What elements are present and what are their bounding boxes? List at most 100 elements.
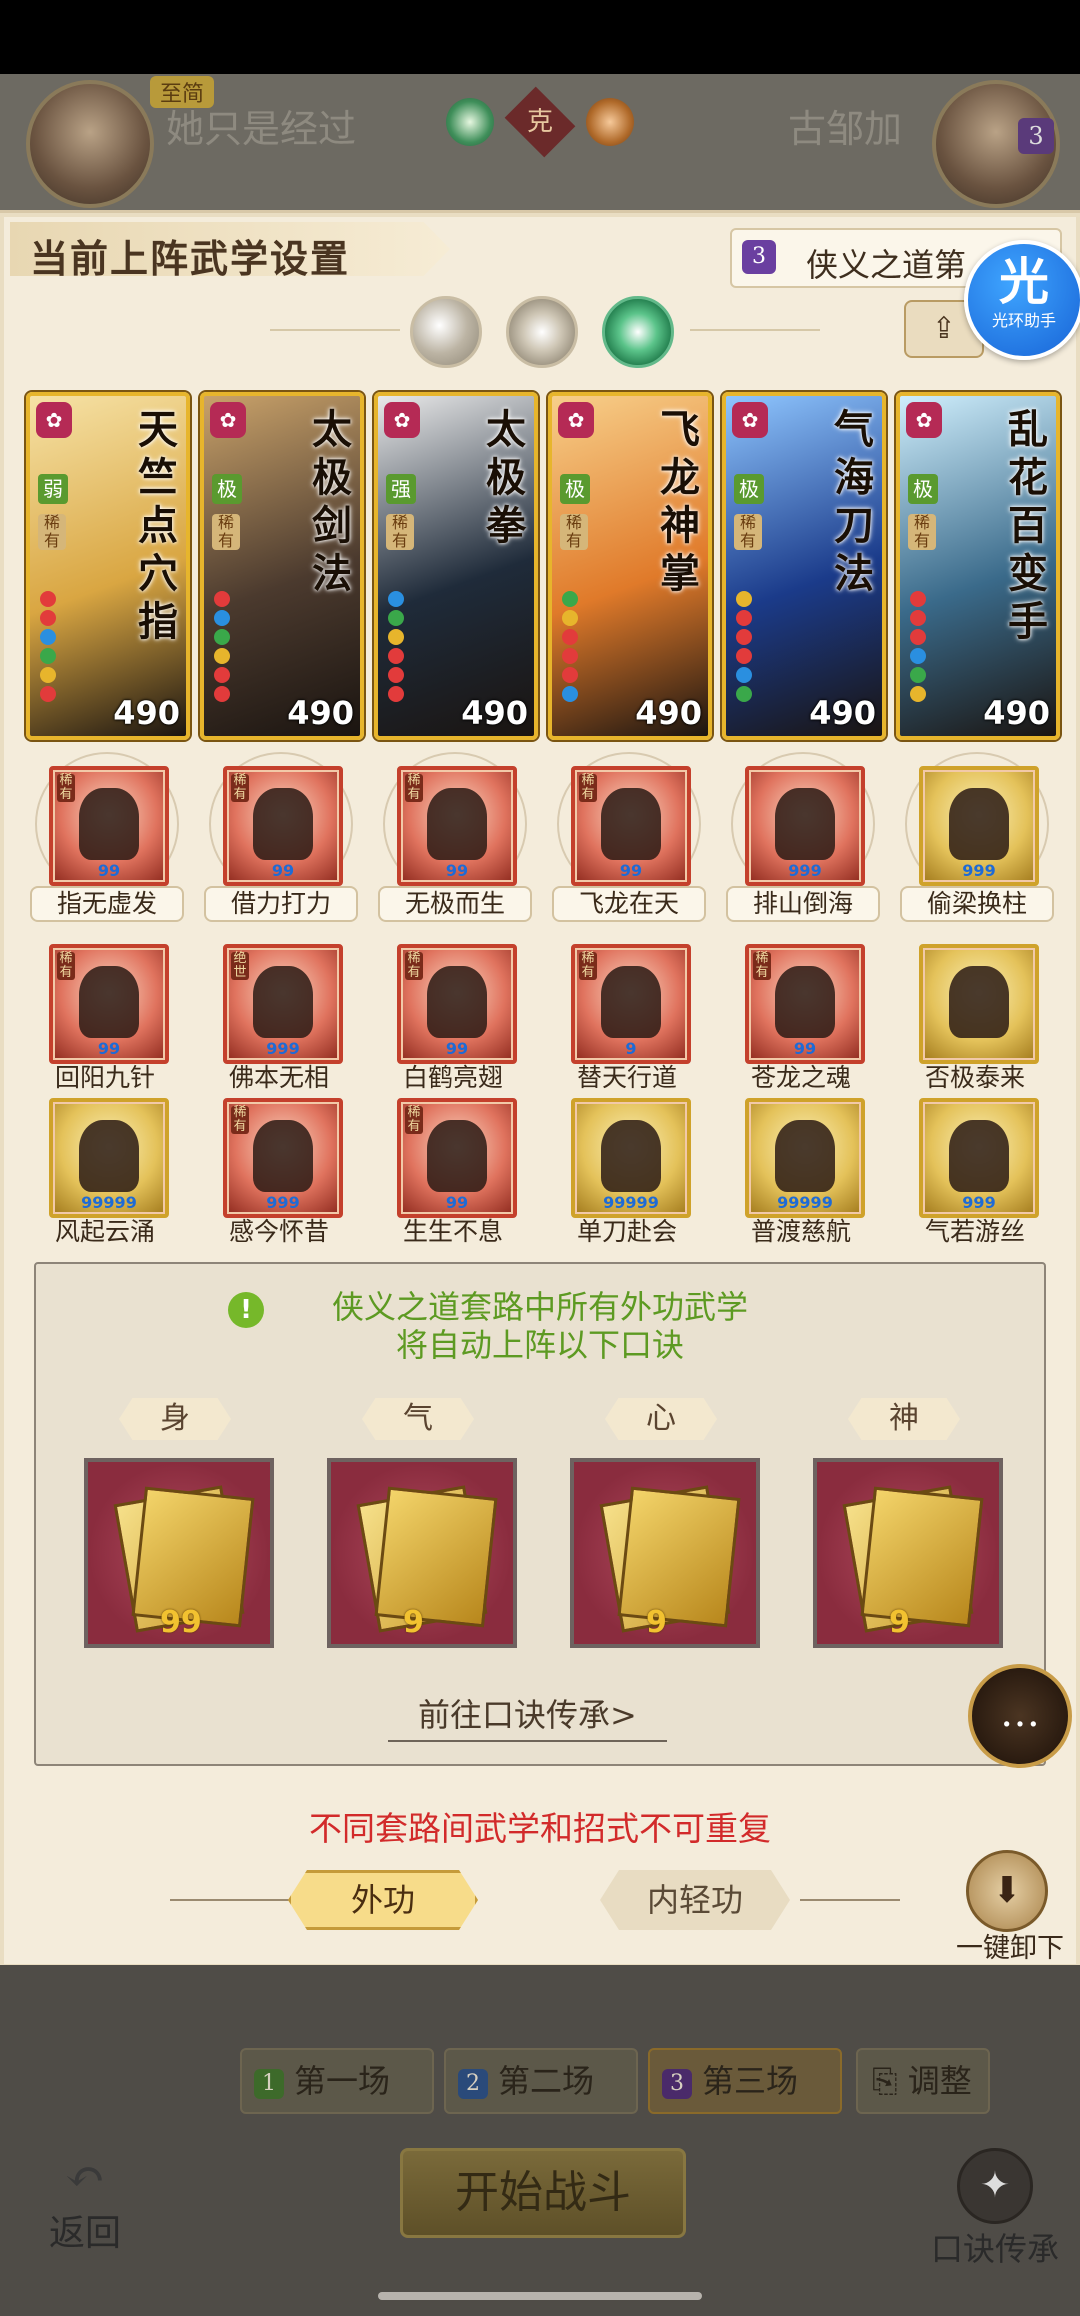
start-battle-button[interactable]: 开始战斗 (400, 2148, 686, 2238)
tab-inner[interactable]: 内轻功 (600, 1870, 790, 1930)
skill-figure-icon (775, 1120, 835, 1192)
skill-icon[interactable]: 99999 (571, 1098, 691, 1218)
card-rarity: 稀有 (212, 514, 240, 550)
skill-figure-icon (601, 788, 661, 860)
card-rarity: 稀有 (560, 514, 588, 550)
card-slot-dot (562, 629, 578, 645)
round-tab-1[interactable]: 1 第一场 (240, 2048, 434, 2114)
card-slot-dot (388, 591, 404, 607)
skill-icon[interactable]: 99999 (745, 1098, 865, 1218)
skill-icon[interactable]: 稀有 99 (397, 944, 517, 1064)
adjust-button[interactable]: ⎘ 调整 (856, 2048, 990, 2114)
skill-rarity-tag: 稀有 (57, 952, 75, 980)
card-rarity: 稀有 (734, 514, 762, 550)
skill-icon[interactable]: 稀有 99 (49, 944, 169, 1064)
skill-rarity-tag: 绝世 (231, 952, 249, 980)
chat-button[interactable]: … (968, 1664, 1072, 1768)
back-arrow-icon: ↶ (64, 2149, 106, 2205)
chat-icon: … (1000, 1690, 1040, 1736)
skill-figure-icon (79, 966, 139, 1038)
back-button[interactable]: ↶ 返回 (30, 2150, 140, 2256)
card-slot-dot (40, 629, 56, 645)
school-filter-moon-icon[interactable] (410, 296, 482, 368)
tab-outer[interactable]: 外功 (288, 1870, 478, 1930)
koujue-slot-label: 身 (119, 1398, 231, 1440)
player-right-count: 3 (1018, 118, 1054, 154)
skill-rarity-tag: 稀有 (579, 774, 597, 802)
skill-name: 借力打力 (204, 886, 358, 922)
skill-icon[interactable]: 稀有 9 (571, 944, 691, 1064)
skill-icon[interactable]: 999 (919, 1098, 1039, 1218)
card-grade: 强 (386, 474, 416, 504)
skill-icon[interactable]: 999 (919, 766, 1039, 886)
koujue-card[interactable]: 99 (84, 1458, 274, 1648)
card-slot-dot (910, 629, 926, 645)
card-sect-icon: ✿ (558, 402, 594, 438)
skill-figure-icon (253, 788, 313, 860)
skill-figure-icon (775, 966, 835, 1038)
skill-icon[interactable]: 稀有 99 (49, 766, 169, 886)
card-sect-icon: ✿ (906, 402, 942, 438)
koujue-link[interactable]: 前往口诀传承> (388, 1690, 667, 1742)
tab-divider-right (800, 1899, 900, 1901)
school-filter-jade-icon[interactable] (602, 296, 674, 368)
helper-floating-button[interactable]: 光 光环助手 (964, 240, 1080, 360)
koujue-sheet-icon (617, 1486, 741, 1628)
card-slot-dot (40, 667, 56, 683)
koujue-card[interactable]: 9 (813, 1458, 1003, 1648)
card-power: 490 (113, 694, 180, 732)
round-tab-2[interactable]: 2 第二场 (444, 2048, 638, 2114)
skill-icon[interactable]: 稀有 99 (397, 1098, 517, 1218)
card-slot-dot (736, 648, 752, 664)
martial-card[interactable]: ✿ 弱稀有 天竺点穴指 490 (26, 392, 190, 740)
divider-left (270, 329, 400, 331)
match-header: 至简 她只是经过 克 古邹加 3 (0, 74, 1080, 210)
skill-icon[interactable]: 绝世 999 (223, 944, 343, 1064)
skill-name: 感今怀昔 (228, 1217, 329, 1246)
skill-rarity-tag: 稀有 (231, 1106, 249, 1134)
card-sect-icon: ✿ (384, 402, 420, 438)
martial-card[interactable]: ✿ 强稀有 太极拳 490 (374, 392, 538, 740)
home-indicator (378, 2292, 702, 2300)
skill-name: 替天行道 (576, 1063, 677, 1092)
skill-name: 无极而生 (378, 886, 532, 922)
skill-icon[interactable] (919, 944, 1039, 1064)
martial-card[interactable]: ✿ 极稀有 飞龙神掌 490 (548, 392, 712, 740)
warning-text: 不同套路间武学和招式不可重复 (309, 1809, 771, 1848)
unload-all-button[interactable]: ⬇ (966, 1850, 1048, 1932)
skill-rarity-tag: 稀有 (57, 774, 75, 802)
skill-icon[interactable]: 稀有 99 (571, 766, 691, 886)
martial-card[interactable]: ✿ 极稀有 乱花百变手 490 (896, 392, 1060, 740)
skill-icon[interactable]: 稀有 99 (745, 944, 865, 1064)
skill-icon[interactable]: 稀有 999 (223, 1098, 343, 1218)
skill-figure-icon (949, 966, 1009, 1038)
skill-name: 指无虚发 (30, 886, 184, 922)
skill-level-pips: 999 (962, 861, 996, 880)
round-number: 3 (662, 2068, 692, 2099)
koujue-card[interactable]: 9 (327, 1458, 517, 1648)
round-label: 第一场 (294, 2062, 391, 2100)
koujue-message-line2: 将自动上阵以下口诀 (395, 1326, 684, 1364)
skill-level-pips: 99 (271, 861, 295, 880)
card-slot-dot (214, 629, 230, 645)
skill-figure-icon (775, 788, 835, 860)
skill-icon[interactable]: 999 (745, 766, 865, 886)
koujue-inherit-button[interactable]: ✦ 口诀传承 (910, 2148, 1080, 2270)
koujue-card[interactable]: 9 (570, 1458, 760, 1648)
skill-icon[interactable]: 稀有 99 (397, 766, 517, 886)
panel-title: 当前上阵武学设置 (30, 236, 351, 281)
skill-icon[interactable]: 稀有 99 (223, 766, 343, 886)
martial-card[interactable]: ✿ 极稀有 太极剑法 490 (200, 392, 364, 740)
card-name: 天竺点穴指 (138, 406, 178, 645)
round-tab-3[interactable]: 3 第三场 (648, 2048, 842, 2114)
skill-level-pips: 99999 (603, 1193, 659, 1212)
card-slot-dot (910, 667, 926, 683)
martial-card[interactable]: ✿ 极稀有 气海刀法 490 (722, 392, 886, 740)
card-grade: 弱 (38, 474, 68, 504)
school-filter-sun-icon[interactable] (506, 296, 578, 368)
koujue-level: 9 (646, 1605, 667, 1640)
card-slot-dot (40, 591, 56, 607)
skill-icon[interactable]: 99999 (49, 1098, 169, 1218)
card-power: 490 (983, 694, 1050, 732)
counter-icon: 克 (504, 86, 576, 158)
